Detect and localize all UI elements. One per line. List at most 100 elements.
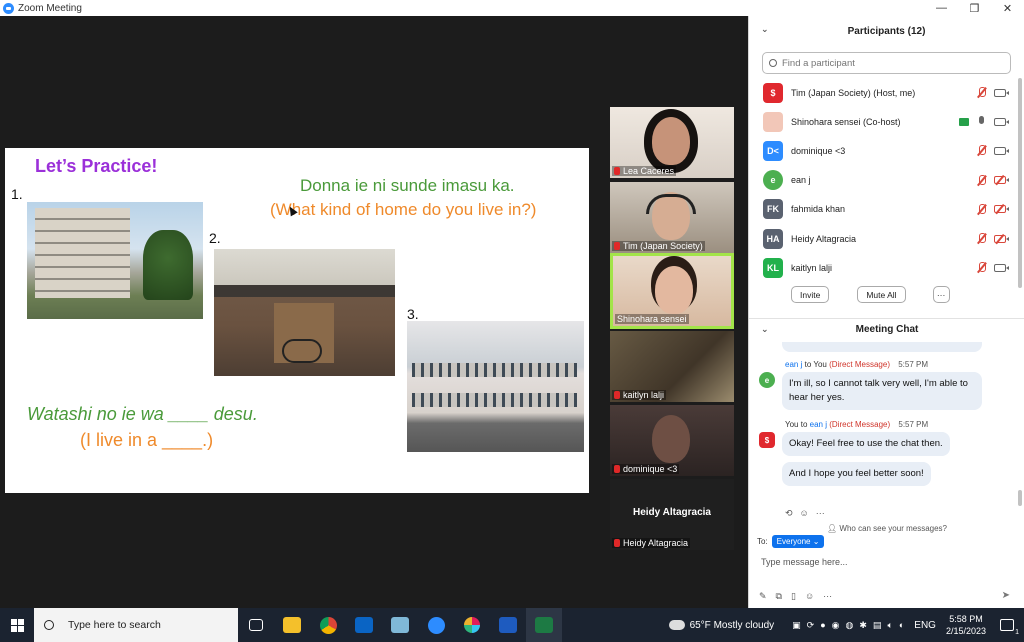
camera-off-icon[interactable]	[994, 234, 1009, 243]
video-tile-lea[interactable]: Lea Caceres	[610, 107, 734, 178]
mic-icon[interactable]: ●	[820, 620, 825, 631]
participant-search-input[interactable]	[782, 57, 982, 69]
who-can-see-link[interactable]: 👤︎ Who can see your messages?	[749, 524, 1024, 533]
notes-app-icon[interactable]	[382, 608, 418, 642]
emoji-icon[interactable]: ☺	[805, 591, 814, 602]
video-name: Tim (Japan Society)	[623, 241, 703, 251]
chevron-down-icon: ⌄	[812, 537, 820, 546]
slack-icon[interactable]	[454, 608, 490, 642]
participant-row[interactable]: e ean j	[749, 166, 1024, 195]
weather-text: 65°F Mostly cloudy	[689, 619, 775, 631]
close-button[interactable]: ✕	[991, 0, 1024, 16]
everyone-dropdown[interactable]: Everyone ⌄	[771, 535, 825, 548]
video-tile-shinohara-active-speaker[interactable]: Shinohara sensei	[610, 253, 734, 329]
message-bubble[interactable]: I'm ill, so I cannot talk very well, I'm…	[782, 372, 982, 410]
mic-muted-icon[interactable]	[977, 145, 986, 156]
window-titlebar: Zoom Meeting — ❐ ✕	[0, 0, 1024, 16]
camera-off-icon[interactable]	[994, 176, 1009, 185]
avatar: FK	[763, 199, 783, 220]
chat-input[interactable]: Type message here...	[761, 557, 848, 567]
task-view-icon[interactable]	[238, 608, 274, 642]
camera-icon[interactable]	[994, 117, 1009, 126]
camera-off-icon[interactable]	[994, 205, 1009, 214]
search-icon	[44, 620, 54, 630]
participant-search[interactable]	[762, 52, 1011, 74]
participant-name: fahmida khan	[791, 204, 846, 215]
video-name: dominique <3	[623, 464, 678, 474]
recipient-name[interactable]: ean j	[810, 420, 827, 429]
send-icon[interactable]: ➤	[1002, 590, 1010, 601]
more-icon[interactable]: ···	[816, 508, 825, 519]
clock[interactable]: 5:58 PM 2/15/2023	[946, 613, 986, 637]
tray-app-icon[interactable]: ✱	[859, 620, 867, 631]
mute-all-button[interactable]: Mute All	[857, 286, 906, 304]
system-tray: 65°F Mostly cloudy ▣ ⟳ ● ◉ ◍ ✱ ▤ 🔈︎ ◐ EN…	[668, 608, 1024, 642]
volume-icon[interactable]: 🔈︎	[887, 620, 892, 631]
video-name: Heidy Altagracia	[623, 538, 689, 548]
participant-row[interactable]: D< dominique <3	[749, 136, 1024, 165]
zoom-taskbar-icon[interactable]	[418, 608, 454, 642]
slide-answer-japanese: Watashi no ie wa ____ desu.	[27, 404, 258, 424]
message-bubble[interactable]: Okay! Feel free to use the chat then.	[782, 432, 950, 456]
notification-center-icon[interactable]: 1	[1000, 619, 1019, 636]
emoji-reaction-icon[interactable]: ☺	[800, 508, 809, 519]
video-tile-kaitlyn[interactable]: kaitlyn lalji	[610, 331, 734, 402]
mic-muted-icon[interactable]	[977, 174, 986, 186]
restore-button[interactable]: ❐	[958, 0, 991, 16]
participant-name: dominique <3	[791, 145, 846, 156]
language-indicator[interactable]: ENG	[914, 620, 936, 631]
word-icon[interactable]	[490, 608, 526, 642]
weather-widget[interactable]: 65°F Mostly cloudy	[668, 619, 775, 631]
participant-row[interactable]: KL kaitlyn lalji	[749, 253, 1024, 282]
file-icon[interactable]: ▯	[791, 591, 796, 602]
camera-icon[interactable]	[994, 88, 1009, 97]
participant-name: ean j	[791, 175, 811, 186]
network-icon[interactable]: ▤	[873, 620, 882, 631]
screenshot-icon[interactable]: ⧉	[776, 591, 782, 602]
participant-row[interactable]: HA Heidy Altagracia	[749, 224, 1024, 253]
video-tile-dominique[interactable]: dominique <3	[610, 405, 734, 476]
chat-scrollbar[interactable]	[1018, 490, 1022, 506]
outlook-icon[interactable]	[346, 608, 382, 642]
mic-muted-icon[interactable]	[977, 203, 986, 215]
participant-row[interactable]: FK fahmida khan	[749, 195, 1024, 224]
mic-icon[interactable]	[977, 116, 986, 127]
mic-muted-icon[interactable]	[977, 262, 986, 273]
tray-app-icon[interactable]: ◉	[832, 620, 840, 631]
mic-muted-icon[interactable]	[977, 233, 986, 244]
video-tile-tim[interactable]: Tim (Japan Society)	[610, 182, 734, 253]
start-button[interactable]	[0, 608, 34, 642]
camera-icon[interactable]	[994, 263, 1009, 272]
camera-icon[interactable]	[994, 146, 1009, 155]
search-icon	[769, 59, 777, 67]
participant-face	[652, 117, 690, 165]
participant-row[interactable]: Shinohara sensei (Co-host)	[749, 107, 1024, 136]
previous-message-bubble	[782, 342, 982, 352]
avatar: $	[763, 82, 783, 103]
file-explorer-icon[interactable]	[274, 608, 310, 642]
sync-icon[interactable]: ⟳	[807, 620, 815, 631]
mic-muted-icon[interactable]	[977, 87, 986, 98]
invite-button[interactable]: Invite	[791, 286, 830, 304]
excel-icon[interactable]	[526, 608, 562, 642]
participants-scrollbar[interactable]	[1018, 78, 1022, 288]
more-icon[interactable]: ···	[823, 591, 832, 602]
more-options-button[interactable]: ···	[932, 286, 950, 304]
avatar: D<	[763, 140, 783, 161]
collapse-chevron-icon[interactable]: ⌄	[761, 24, 769, 35]
collapse-chevron-icon[interactable]: ⌄	[761, 324, 769, 335]
minimize-button[interactable]: —	[925, 0, 958, 16]
chrome-icon[interactable]	[310, 608, 346, 642]
taskbar-search[interactable]: Type here to search	[34, 608, 238, 642]
format-icon[interactable]: ✎	[759, 591, 767, 602]
tray-app-icon[interactable]: ◐	[899, 620, 904, 631]
outlook-tray-icon[interactable]: ▣	[792, 620, 801, 631]
sender-name[interactable]: ean j	[785, 360, 802, 369]
avatar: e	[763, 170, 783, 191]
participant-row[interactable]: $ Tim (Japan Society) (Host, me)	[749, 78, 1024, 107]
video-tile-heidy[interactable]: Heidy Altagracia Heidy Altagracia	[610, 479, 734, 550]
tray-app-icon[interactable]: ◍	[846, 620, 854, 631]
participant-name: Shinohara sensei (Co-host)	[791, 116, 901, 127]
message-bubble[interactable]: And I hope you feel better soon!	[782, 462, 931, 486]
reply-icon[interactable]: ⟲	[785, 508, 793, 519]
